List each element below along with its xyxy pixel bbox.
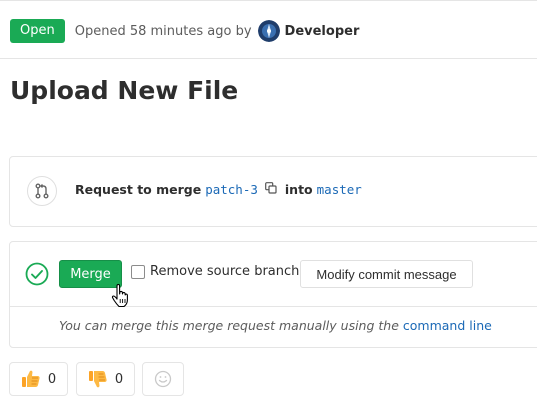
thumbs-up-award-button[interactable]: 0 — [9, 362, 68, 396]
avatar[interactable] — [257, 20, 280, 42]
status-badge: Open — [10, 19, 65, 43]
page-title: Upload New File — [10, 76, 239, 105]
check-circle-icon — [25, 262, 49, 286]
top-border — [0, 0, 537, 1]
source-branch-link[interactable]: patch-3 — [205, 182, 258, 197]
thumbs-down-count: 0 — [114, 371, 124, 387]
opened-text: Opened 58 minutes ago by — [74, 23, 252, 39]
target-branch-link[interactable]: master — [317, 182, 362, 197]
thumbs-up-icon — [21, 370, 40, 387]
merge-widget-divider — [9, 306, 537, 307]
merge-request-icon — [27, 176, 57, 206]
hand-cursor-icon — [111, 284, 128, 308]
manual-merge-hint: You can merge this merge request manuall… — [59, 318, 492, 333]
thumbs-up-count: 0 — [47, 371, 57, 387]
remove-source-branch-label: Remove source branch — [150, 264, 300, 279]
header-divider — [0, 58, 537, 59]
remove-source-branch-option[interactable]: Remove source branch — [131, 264, 299, 279]
mr-header: Open Opened 58 minutes ago by Developer — [10, 19, 359, 43]
hint-text: You can merge this merge request manuall… — [59, 318, 399, 333]
thumbs-down-icon — [88, 371, 107, 388]
smiley-icon — [154, 370, 172, 388]
copy-icon[interactable] — [264, 182, 277, 197]
author-link[interactable]: Developer — [285, 24, 360, 39]
merge-request-summary: Request to merge patch-3 into master — [75, 182, 362, 197]
add-reaction-button[interactable] — [142, 362, 184, 396]
thumbs-down-award-button[interactable]: 0 — [76, 362, 135, 396]
command-line-link[interactable]: command line — [403, 318, 492, 333]
into-label: into — [284, 182, 313, 197]
modify-commit-message-button[interactable]: Modify commit message — [300, 260, 473, 288]
request-to-merge-label: Request to merge — [75, 182, 202, 197]
remove-source-branch-checkbox[interactable] — [131, 264, 145, 279]
